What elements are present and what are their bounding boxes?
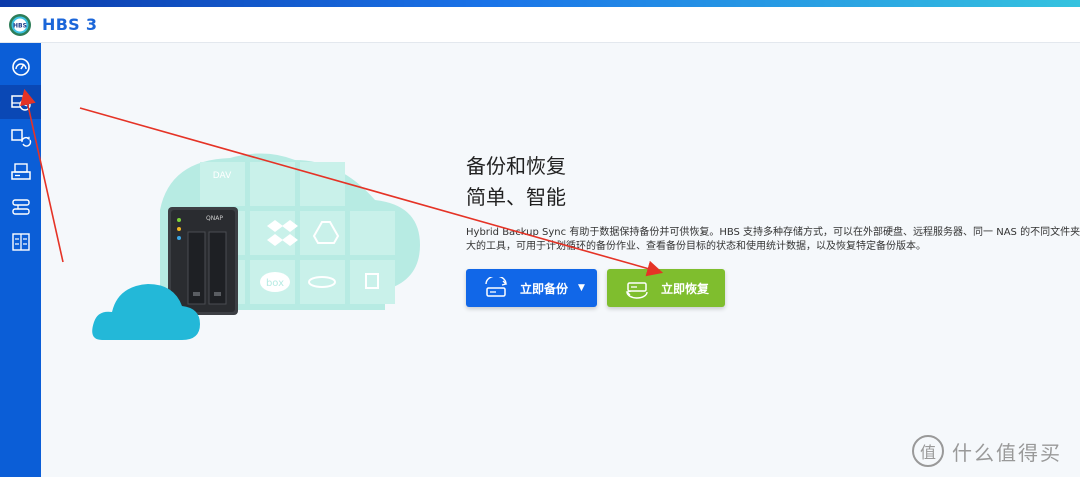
dashboard-gauge-icon — [11, 58, 30, 76]
app-title: HBS 3 — [42, 15, 98, 34]
services-icon — [11, 199, 30, 215]
description-line-2: 大的工具，可用于计划循环的备份作业、查看备份目标的状态和使用统计数据，以及恢复特… — [466, 241, 926, 252]
description-line-1: Hybrid Backup Sync 有助于数据保持备份并可供恢复。HBS 支持… — [466, 227, 1080, 238]
sidebar-item-overview[interactable] — [0, 50, 41, 84]
sidebar-item-sync[interactable] — [0, 120, 41, 154]
page-headline: 备份和恢复 — [466, 154, 566, 178]
sidebar-item-services[interactable] — [0, 190, 41, 224]
hero-illustration: DAV box QNAP — [92, 153, 420, 340]
backup-drive-icon — [485, 277, 508, 297]
sync-icon — [10, 129, 31, 147]
watermark-text: 什么值得买 — [952, 440, 1062, 465]
restore-now-button[interactable]: 立即恢复 — [607, 269, 725, 307]
top-gradient-bar — [0, 0, 1080, 7]
page-subheadline: 简单、智能 — [466, 185, 566, 209]
nas-brand-label: QNAP — [206, 215, 223, 222]
watermark: 值 什么值得买 — [912, 434, 1062, 468]
dropdown-caret-icon[interactable]: ▼ — [578, 283, 585, 293]
page-description: Hybrid Backup Sync 有助于数据保持备份并可供恢复。HBS 支持… — [466, 226, 1080, 254]
title-bar: HBS HBS 3 — [0, 7, 1080, 43]
sidebar — [0, 43, 41, 477]
more-icon — [11, 233, 30, 251]
sidebar-item-backup-restore[interactable] — [0, 85, 41, 119]
box-tile-label: box — [266, 278, 284, 289]
watermark-logo: 值 — [912, 435, 944, 467]
restore-drive-icon — [625, 282, 648, 299]
backup-now-label: 立即备份 — [520, 281, 569, 296]
sidebar-item-storage-space[interactable] — [0, 155, 41, 189]
hbs-logo-icon: HBS — [9, 14, 31, 36]
sidebar-item-more[interactable] — [0, 225, 41, 259]
backup-now-button[interactable]: 立即备份 ▼ — [466, 269, 597, 307]
storage-space-icon — [10, 163, 31, 180]
dav-tile-label: DAV — [213, 171, 232, 181]
logo-text: HBS — [13, 23, 27, 30]
restore-now-label: 立即恢复 — [661, 281, 710, 296]
backup-restore-icon — [10, 95, 31, 111]
